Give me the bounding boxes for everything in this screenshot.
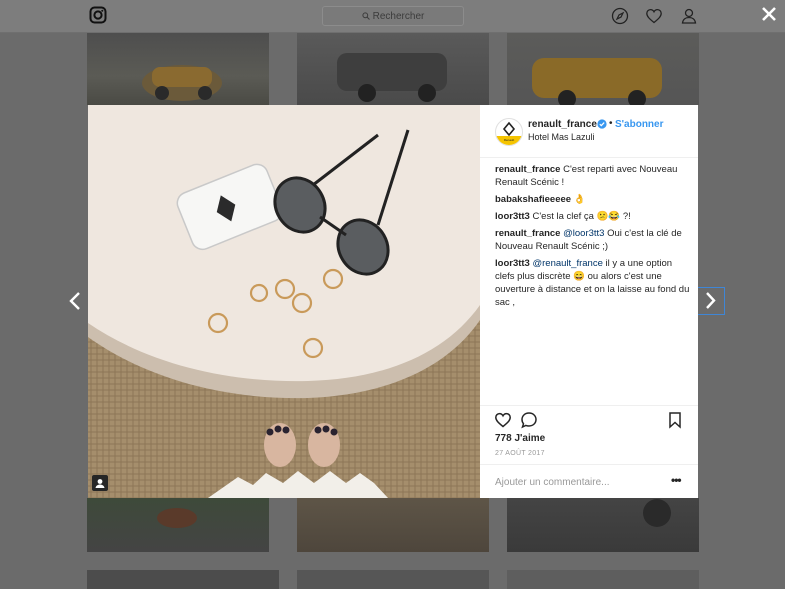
follow-button[interactable]: S'abonner: [615, 119, 664, 130]
comment-item: babakshafieeeee 👌: [495, 193, 690, 206]
more-options-button[interactable]: •••: [671, 473, 682, 487]
grid-post-thumbnail[interactable]: [297, 570, 489, 589]
profile-icon[interactable]: [680, 7, 698, 25]
post-details-panel: Renault renault_france • S'abonner Hotel…: [480, 105, 698, 498]
post-image[interactable]: [88, 105, 480, 498]
grid-post-thumbnail[interactable]: [507, 33, 699, 105]
grid-post-thumbnail[interactable]: [297, 498, 489, 552]
grid-post-thumbnail[interactable]: [507, 570, 699, 589]
search-input[interactable]: Rechercher: [322, 6, 464, 26]
comment-item: loor3tt3 @renault_france il y a une opti…: [495, 257, 690, 309]
comments-list: renault_france C'est reparti avec Nouvea…: [495, 163, 690, 313]
grid-post-thumbnail[interactable]: [87, 33, 269, 105]
next-post-button[interactable]: [697, 287, 725, 315]
comment-text: 👌: [573, 194, 586, 205]
comment-username[interactable]: renault_france: [495, 164, 560, 175]
heart-icon[interactable]: [645, 7, 663, 25]
close-icon[interactable]: [759, 4, 779, 24]
save-bookmark-icon[interactable]: [666, 411, 684, 429]
search-placeholder: Rechercher: [372, 10, 425, 22]
comment-item: renault_france @loor3tt3 Oui c'est la cl…: [495, 227, 690, 253]
comment-mention[interactable]: @loor3tt3: [563, 228, 604, 239]
comment-bubble-icon[interactable]: [520, 411, 538, 429]
post-date: 27 AOÛT 2017: [495, 450, 545, 457]
compass-icon[interactable]: [611, 7, 629, 25]
separator-dot: •: [609, 118, 613, 129]
grid-post-thumbnail[interactable]: [507, 498, 699, 552]
like-heart-icon[interactable]: [494, 411, 512, 429]
comment-username[interactable]: babakshafieeeee: [495, 194, 571, 205]
comment-input[interactable]: Ajouter un commentaire...: [495, 477, 610, 488]
post-location[interactable]: Hotel Mas Lazuli: [528, 132, 595, 142]
instagram-logo-icon[interactable]: [89, 6, 107, 24]
comment-text: C'est la clef ça 😕😂 ?!: [532, 211, 631, 222]
next-post-chevron-icon: [706, 292, 716, 309]
post-header: Renault renault_france • S'abonner Hotel…: [480, 105, 698, 158]
avatar-wordmark: Renault: [504, 138, 515, 142]
add-comment-section: Ajouter un commentaire... •••: [480, 464, 698, 500]
verified-badge-icon: [597, 119, 607, 129]
previous-post-chevron-icon[interactable]: [66, 290, 84, 312]
comment-mention[interactable]: @renault_france: [532, 258, 602, 269]
likes-count[interactable]: 778 J'aime: [495, 433, 545, 444]
comment-item: loor3tt3 C'est la clef ça 😕😂 ?!: [495, 210, 690, 223]
grid-post-thumbnail[interactable]: [87, 498, 269, 552]
comment-username[interactable]: loor3tt3: [495, 258, 530, 269]
avatar[interactable]: Renault: [495, 118, 523, 146]
search-icon: [362, 12, 370, 20]
post-actions: 778 J'aime 27 AOÛT 2017 Ajouter un comme…: [480, 405, 698, 499]
comment-username[interactable]: renault_france: [495, 228, 560, 239]
grid-post-thumbnail[interactable]: [87, 570, 279, 589]
grid-post-thumbnail[interactable]: [297, 33, 489, 105]
tagged-people-icon[interactable]: [92, 475, 108, 491]
post-photo: [88, 105, 480, 498]
post-username[interactable]: renault_france: [528, 119, 597, 130]
comment-username[interactable]: loor3tt3: [495, 211, 530, 222]
comment-item: renault_france C'est reparti avec Nouvea…: [495, 163, 690, 189]
